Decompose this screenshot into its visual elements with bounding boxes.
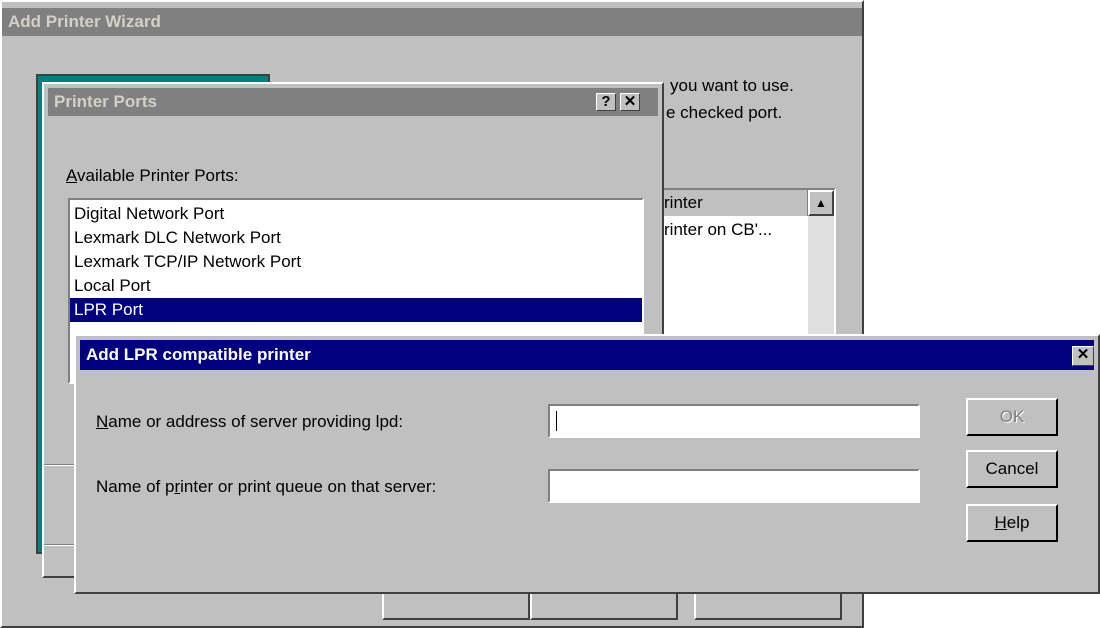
queue-label-pre: Name of p <box>96 477 175 496</box>
printer-ports-title: Printer Ports <box>54 92 157 111</box>
available-ports-label-text: vailable Printer Ports: <box>77 166 239 185</box>
printer-queue-input[interactable] <box>548 469 920 503</box>
close-icon: ✕ <box>1076 346 1090 363</box>
cancel-button[interactable]: Cancel <box>966 450 1058 488</box>
server-label-accel: N <box>96 412 109 431</box>
help-button-accel: H <box>994 513 1007 532</box>
separator-line <box>44 464 74 466</box>
wizard-title: Add Printer Wizard <box>8 12 161 31</box>
port-item-lpr[interactable]: LPR Port <box>70 298 642 322</box>
wizard-instruction-line2: e checked port. <box>666 103 783 122</box>
printer-ports-close-button[interactable]: ✕ <box>620 93 640 111</box>
wizard-back-button[interactable] <box>382 590 530 620</box>
port-item-lexmark-tcpip[interactable]: Lexmark TCP/IP Network Port <box>70 250 642 274</box>
wizard-list-header: rinter <box>644 190 808 216</box>
wizard-list-header-label: rinter <box>664 193 703 212</box>
add-lpr-dialog: Add LPR compatible printer ✕ Name or add… <box>74 334 1100 594</box>
help-question-button[interactable]: ? <box>596 93 616 111</box>
lpr-title-bar[interactable]: Add LPR compatible printer <box>80 340 1094 370</box>
lpr-dialog-title: Add LPR compatible printer <box>86 345 311 364</box>
port-item-digital[interactable]: Digital Network Port <box>70 202 642 226</box>
scroll-up-button[interactable]: ▲ <box>808 190 834 216</box>
wizard-list-scrollbar[interactable]: ▲ <box>808 190 834 346</box>
server-label-text: ame or address of server providing lpd: <box>108 412 404 431</box>
arrow-up-icon: ▲ <box>815 196 827 210</box>
available-ports-label: Available Printer Ports: <box>66 166 239 186</box>
wizard-instruction-line1: you want to use. <box>670 76 794 95</box>
ok-button-label: OK <box>999 407 1025 426</box>
wizard-title-bar[interactable]: Add Printer Wizard <box>2 8 862 36</box>
ok-button[interactable]: OK <box>966 398 1058 436</box>
port-item-local[interactable]: Local Port <box>70 274 642 298</box>
wizard-cancel-button[interactable] <box>694 590 842 620</box>
separator-line-lower <box>44 544 74 546</box>
help-button[interactable]: Help <box>966 504 1058 542</box>
close-icon: ✕ <box>623 93 637 110</box>
help-button-label: elp <box>1006 513 1030 532</box>
port-item-lexmark-dlc[interactable]: Lexmark DLC Network Port <box>70 226 642 250</box>
cancel-button-label: Cancel <box>985 459 1039 478</box>
server-name-input[interactable] <box>548 404 920 438</box>
printer-queue-label: Name of printer or print queue on that s… <box>96 477 436 497</box>
question-mark-icon: ? <box>601 93 611 110</box>
server-name-label: Name or address of server providing lpd: <box>96 412 403 432</box>
wizard-next-button[interactable] <box>530 590 678 620</box>
queue-label-text: inter or print queue on that server: <box>180 477 437 496</box>
lpr-close-button[interactable]: ✕ <box>1072 346 1094 366</box>
available-ports-label-accel: A <box>66 166 78 185</box>
printer-ports-title-bar[interactable]: Printer Ports <box>48 88 658 116</box>
wizard-list-row[interactable]: rinter on CB'... <box>664 220 772 240</box>
text-caret <box>556 411 557 431</box>
wizard-port-list[interactable]: rinter rinter on CB'... ▲ <box>642 188 836 348</box>
